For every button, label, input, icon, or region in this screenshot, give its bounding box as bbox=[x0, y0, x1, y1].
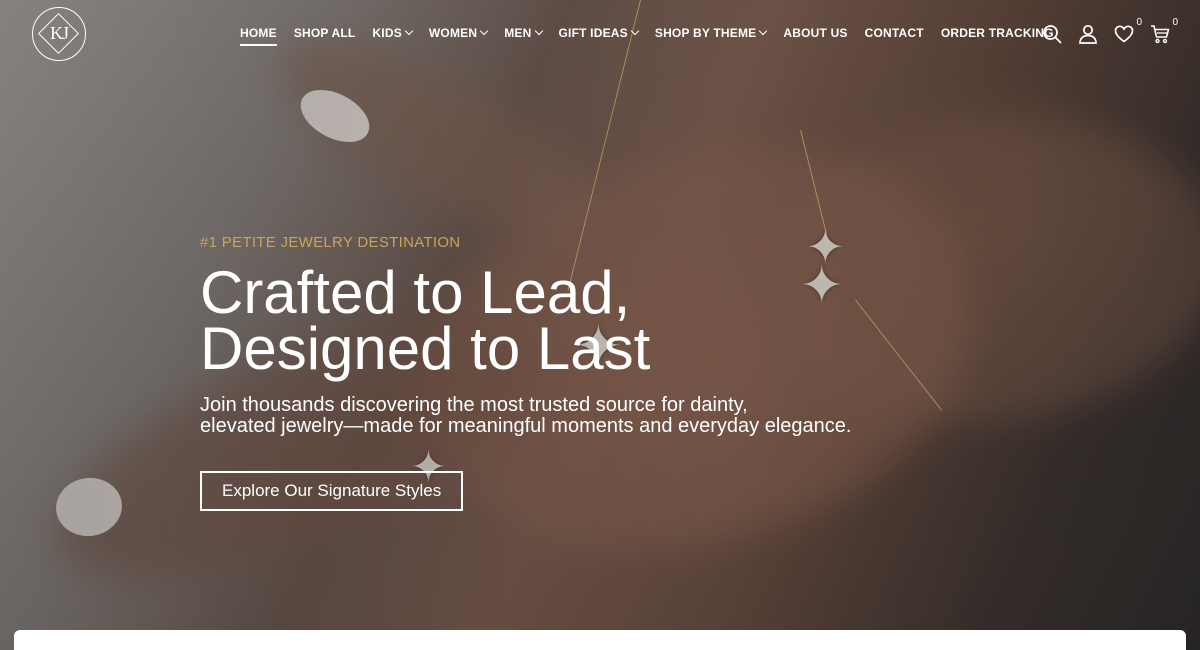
brand-logo[interactable]: KJ bbox=[32, 7, 86, 61]
hero-subheadline: Join thousands discovering the most trus… bbox=[200, 395, 900, 437]
nav-item-label: GIFT IDEAS bbox=[558, 26, 628, 40]
cart-icon bbox=[1151, 25, 1170, 44]
nav-item-label: MEN bbox=[504, 26, 532, 40]
content-card-top bbox=[14, 630, 1186, 650]
site-header: KJ HOME SHOP ALL KIDS WOMEN MEN GIFT IDEAS SHO… bbox=[0, 0, 1200, 70]
hero-section: #1 PETITE JEWELRY DESTINATION Crafted to… bbox=[200, 234, 900, 511]
chevron-down-icon bbox=[630, 26, 640, 36]
nav-item-label: CONTACT bbox=[864, 26, 924, 40]
hero-headline-line2: Designed to Last bbox=[200, 315, 651, 382]
nav-item-contact[interactable]: CONTACT bbox=[865, 26, 924, 46]
nav-item-women[interactable]: WOMEN bbox=[428, 26, 489, 46]
nav-item-order-tracking[interactable]: ORDER TRACKING bbox=[941, 26, 1054, 46]
user-icon[interactable] bbox=[1078, 24, 1098, 44]
nav-item-about-us[interactable]: ABOUT US bbox=[783, 26, 847, 46]
nav-item-shop-by-theme[interactable]: SHOP BY THEME bbox=[654, 26, 768, 46]
nav-item-home[interactable]: HOME bbox=[240, 26, 277, 46]
page: ✦ ✦ ✦ ✦ KJ HOMESHOP ALLKIDSWOMENMENGIFT … bbox=[0, 0, 1200, 650]
heart-icon bbox=[1114, 25, 1134, 43]
hero-eyebrow: #1 PETITE JEWELRY DESTINATION bbox=[200, 234, 461, 251]
cart-button[interactable]: 0 bbox=[1150, 17, 1178, 44]
nav-item-label: KIDS bbox=[372, 26, 402, 40]
nav-item-label: WOMEN bbox=[428, 26, 478, 40]
chevron-down-icon bbox=[404, 26, 414, 36]
nav-item-label: ORDER TRACKING bbox=[940, 26, 1054, 40]
chevron-down-icon bbox=[534, 26, 543, 36]
cart-count-badge: 0 bbox=[1172, 17, 1178, 28]
nav-item-label: HOME bbox=[240, 26, 277, 40]
search-icon[interactable] bbox=[1042, 24, 1062, 44]
hero-headline-line1: Crafted to Lead, bbox=[200, 259, 631, 326]
wishlist-count-badge: 0 bbox=[1136, 17, 1142, 28]
header-icons: 0 0 bbox=[1042, 17, 1178, 44]
nav-item-label: ABOUT US bbox=[783, 26, 848, 40]
hero-subheadline-line1: Join thousands discovering the most trus… bbox=[200, 394, 748, 416]
chevron-down-icon bbox=[759, 26, 768, 36]
main-nav: HOME SHOP ALL KIDS WOMEN MEN GIFT IDEAS SHOP B… bbox=[240, 26, 1071, 46]
nav-item-shop-all[interactable]: SHOP ALL bbox=[294, 26, 356, 46]
nav-item-men[interactable]: MEN bbox=[504, 26, 543, 46]
nav-item-label: SHOP ALL bbox=[293, 26, 356, 40]
chevron-down-icon bbox=[479, 26, 489, 36]
explore-signature-styles-button[interactable]: Explore Our Signature Styles bbox=[200, 471, 464, 511]
nav-item-kids[interactable]: KIDS bbox=[372, 26, 414, 46]
nav-item-label: SHOP BY THEME bbox=[654, 26, 757, 40]
hero-subheadline-line2: elevated jewelry—made for meaningful mom… bbox=[200, 415, 852, 437]
wishlist-button[interactable]: 0 bbox=[1114, 17, 1142, 44]
logo-monogram: KJ bbox=[49, 23, 69, 43]
hero-headline: Crafted to Lead, Designed to Last bbox=[200, 259, 900, 382]
nav-item-gift-ideas[interactable]: GIFT IDEAS bbox=[558, 26, 640, 46]
